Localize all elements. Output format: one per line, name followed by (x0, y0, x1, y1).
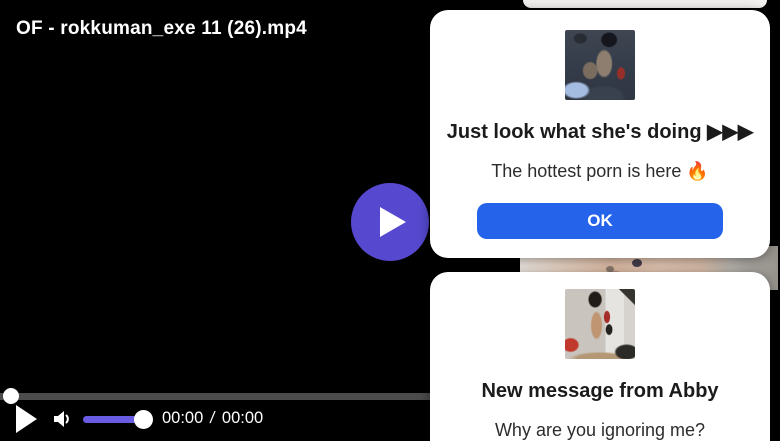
play-icon (378, 205, 408, 239)
popup-subtitle: Why are you ignoring me? (430, 418, 770, 441)
popup-title: Just look what she's doing ▶▶▶ (430, 120, 770, 144)
page: OF - rokkuman_exe 11 (26).mp4 00:00 (0, 0, 780, 441)
time-current: 00:00 (162, 409, 203, 428)
popup-message-card[interactable]: New message from Abby Why are you ignori… (430, 272, 770, 441)
time-separator: / (209, 409, 216, 428)
ok-button[interactable]: OK (477, 203, 723, 239)
volume-knob[interactable] (134, 410, 153, 429)
speaker-icon[interactable] (50, 407, 74, 431)
thumbnail-detail (632, 259, 642, 267)
popup-thumbnail-image[interactable] (565, 30, 635, 100)
volume-slider[interactable] (83, 416, 148, 423)
popup-subtitle: The hottest porn is here 🔥 (430, 159, 770, 183)
popup-title: New message from Abby (430, 379, 770, 403)
play-button[interactable] (16, 405, 37, 433)
video-title: OF - rokkuman_exe 11 (26).mp4 (16, 18, 307, 40)
popup-ad-card[interactable]: Just look what she's doing ▶▶▶ The hotte… (430, 10, 770, 258)
popup-thumbnail-image[interactable] (565, 289, 635, 359)
background-popup-edge (523, 0, 767, 8)
big-play-button[interactable] (351, 183, 429, 261)
time-display: 00:00 / 00:00 (162, 409, 263, 428)
time-duration: 00:00 (222, 409, 263, 428)
